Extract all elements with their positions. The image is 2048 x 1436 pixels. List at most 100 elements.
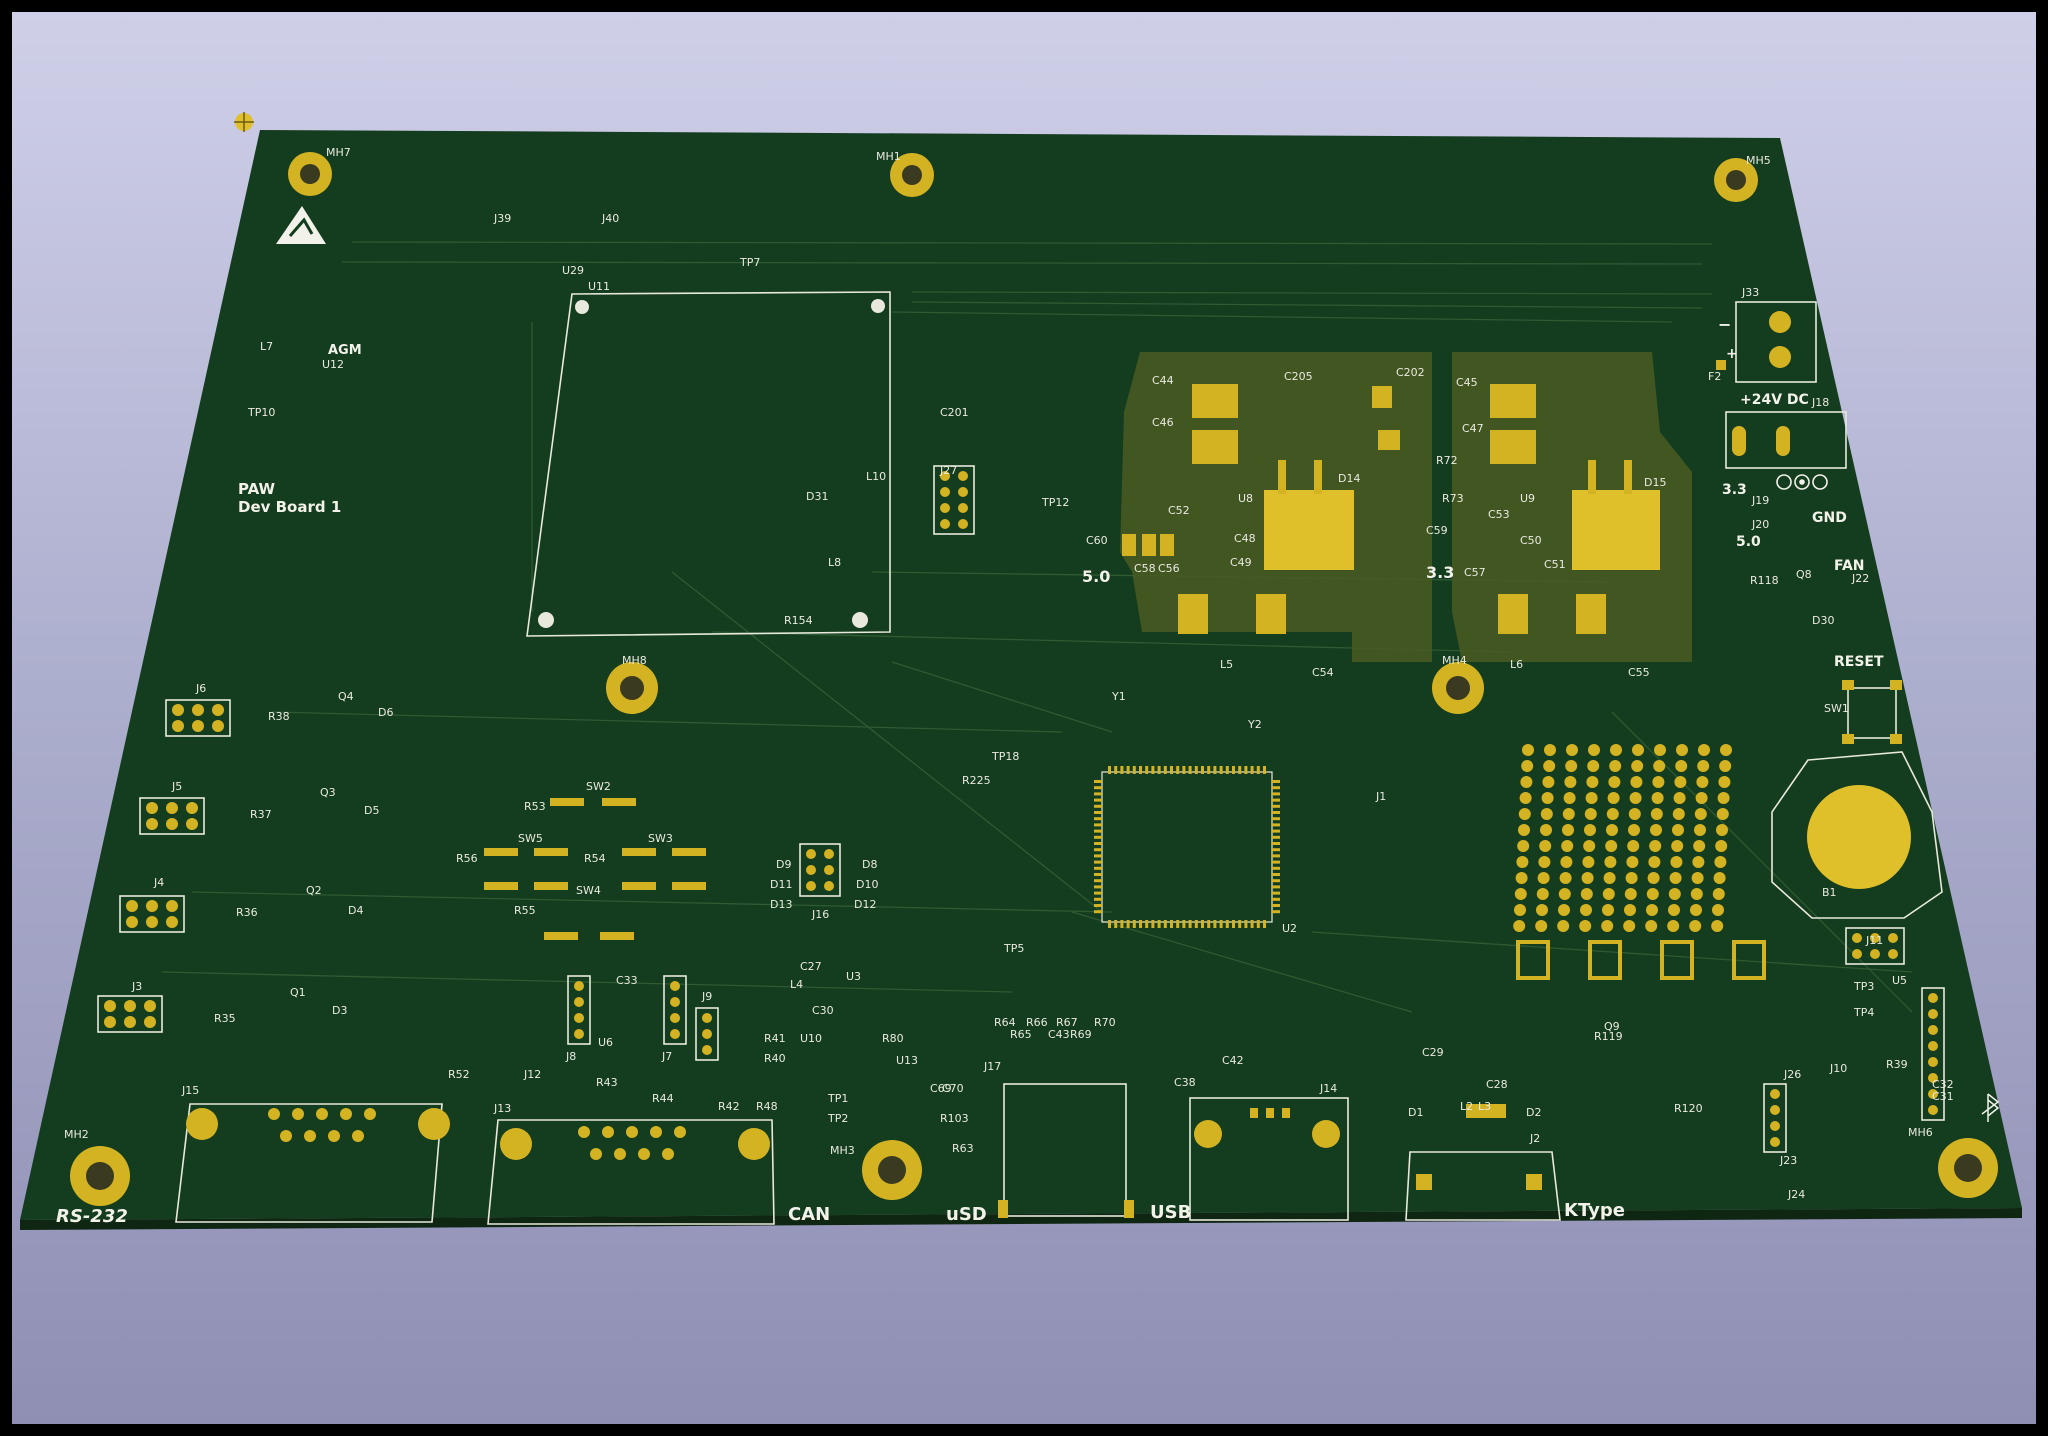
label-reset: RESET <box>1834 654 1884 670</box>
refdes-d8: D8 <box>862 858 877 871</box>
refdes-d10: D10 <box>856 878 878 891</box>
refdes-u3: U3 <box>846 970 861 983</box>
board-body[interactable] <box>20 130 2022 1220</box>
label-usd: uSD <box>946 1204 987 1225</box>
refdes-b1: B1 <box>1822 886 1837 899</box>
refdes-d1: D1 <box>1408 1106 1423 1119</box>
refdes-c60: C60 <box>1086 534 1108 547</box>
refdes-d11: D11 <box>770 878 792 891</box>
refdes-c201: C201 <box>940 406 969 419</box>
refdes-r63: R63 <box>952 1142 974 1155</box>
refdes-c47: C47 <box>1462 422 1484 435</box>
refdes-tp12: TP12 <box>1041 496 1069 509</box>
refdes-c56: C56 <box>1158 562 1180 575</box>
refdes-u5: U5 <box>1892 974 1907 987</box>
refdes-r103: R103 <box>940 1112 969 1125</box>
refdes-c205: C205 <box>1284 370 1313 383</box>
label-rs232: RS-232 <box>56 1206 128 1227</box>
refdes-c44: C44 <box>1152 374 1174 387</box>
refdes-j26: J26 <box>1783 1068 1801 1081</box>
refdes-j10: J10 <box>1829 1062 1847 1075</box>
refdes-r41: R41 <box>764 1032 786 1045</box>
refdes-tp18: TP18 <box>991 750 1019 763</box>
refdes-d5: D5 <box>364 804 379 817</box>
label-can: CAN <box>788 1204 830 1225</box>
refdes-c54: C54 <box>1312 666 1334 679</box>
refdes-r44: R44 <box>652 1092 674 1105</box>
refdes-r119: R119 <box>1594 1030 1623 1043</box>
refdes-c43: C43 <box>1048 1028 1070 1041</box>
refdes-j27: J27 <box>939 464 957 477</box>
agm-label: AGM <box>328 343 362 358</box>
refdes-d31: D31 <box>806 490 828 503</box>
refdes-r120: R120 <box>1674 1102 1703 1115</box>
refdes-r43: R43 <box>596 1076 618 1089</box>
refdes-j24: J24 <box>1787 1188 1805 1201</box>
3d-viewer-viewport[interactable]: PAW Dev Board 1 AGM RS-232 CAN uSD USB K… <box>12 12 2036 1424</box>
refdes-tp4: TP4 <box>1853 1006 1874 1019</box>
refdes-j12: J12 <box>523 1068 541 1081</box>
refdes-tp2: TP2 <box>827 1112 848 1125</box>
refdes-d2: D2 <box>1526 1106 1541 1119</box>
refdes-u9: U9 <box>1520 492 1535 505</box>
refdes-d30: D30 <box>1812 614 1834 627</box>
refdes-j33: J33 <box>1741 286 1759 299</box>
refdes-tp5: TP5 <box>1003 942 1024 955</box>
refdes-r56: R56 <box>456 852 478 865</box>
label-ktype: KType <box>1564 1200 1625 1221</box>
battery-b1-pad <box>1807 785 1911 889</box>
refdes-j4: J4 <box>153 876 164 889</box>
refdes-u8: U8 <box>1238 492 1253 505</box>
refdes-mh2: MH2 <box>64 1128 89 1141</box>
refdes-d13: D13 <box>770 898 792 911</box>
refdes-y1: Y1 <box>1111 690 1126 703</box>
mounting-hole <box>70 1146 130 1206</box>
refdes-mh1: MH1 <box>876 150 901 163</box>
refdes-j23: J23 <box>1779 1154 1797 1167</box>
label-gnd: GND <box>1812 510 1847 526</box>
refdes-mh7: MH7 <box>326 146 351 159</box>
refdes-j1: J1 <box>1375 790 1386 803</box>
refdes-l5: L5 <box>1220 658 1233 671</box>
refdes-r72: R72 <box>1436 454 1458 467</box>
refdes-d15: D15 <box>1644 476 1666 489</box>
label-power-in: +24V DC <box>1740 392 1809 408</box>
refdes-c42: C42 <box>1222 1054 1244 1067</box>
refdes-j20: J20 <box>1751 518 1769 531</box>
refdes-r35: R35 <box>214 1012 236 1025</box>
refdes-d14: D14 <box>1338 472 1360 485</box>
refdes-u12: U12 <box>322 358 344 371</box>
refdes-r52: R52 <box>448 1068 470 1081</box>
refdes-l8: L8 <box>828 556 841 569</box>
module-corner-hole <box>871 299 885 313</box>
pcb-3d-render[interactable]: PAW Dev Board 1 AGM RS-232 CAN uSD USB K… <box>12 12 2036 1424</box>
refdes-c59: C59 <box>1426 524 1448 537</box>
refdes-r36: R36 <box>236 906 258 919</box>
axis-gizmo-icon[interactable] <box>234 112 254 132</box>
refdes-c58: C58 <box>1134 562 1156 575</box>
refdes-u2: U2 <box>1282 922 1297 935</box>
refdes-c55: C55 <box>1628 666 1650 679</box>
refdes-u10: U10 <box>800 1032 822 1045</box>
refdes-q1: Q1 <box>290 986 306 999</box>
refdes-sw2: SW2 <box>586 780 611 793</box>
refdes-c52: C52 <box>1168 504 1190 517</box>
refdes-c30: C30 <box>812 1004 834 1017</box>
refdes-r118: R118 <box>1750 574 1779 587</box>
module-corner-hole <box>852 612 868 628</box>
refdes-j6: J6 <box>195 682 206 695</box>
refdes-r55: R55 <box>514 904 536 917</box>
refdes-j39: J39 <box>493 212 511 225</box>
refdes-r80: R80 <box>882 1032 904 1045</box>
refdes-c38: C38 <box>1174 1076 1196 1089</box>
refdes-d12: D12 <box>854 898 876 911</box>
refdes-c70: C70 <box>942 1082 964 1095</box>
refdes-sw4: SW4 <box>576 884 601 897</box>
refdes-r225: R225 <box>962 774 991 787</box>
refdes-mh4: MH4 <box>1442 654 1467 667</box>
refdes-j15: J15 <box>181 1084 199 1097</box>
refdes-c53: C53 <box>1488 508 1510 521</box>
refdes-c29: C29 <box>1422 1046 1444 1059</box>
refdes-mh5: MH5 <box>1746 154 1771 167</box>
refdes-d6: D6 <box>378 706 393 719</box>
